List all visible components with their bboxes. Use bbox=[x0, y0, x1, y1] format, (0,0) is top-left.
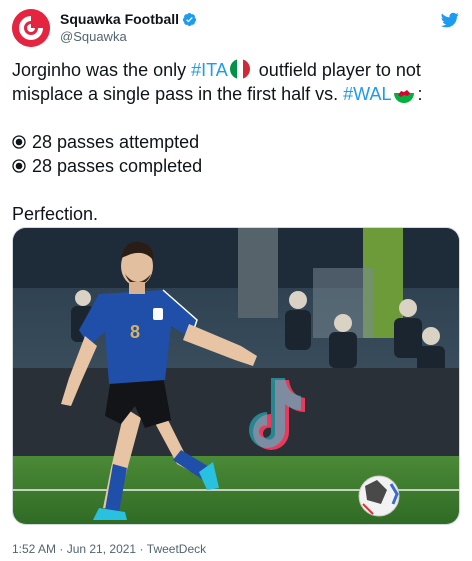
hashtag-ita[interactable]: #ITA bbox=[191, 60, 228, 80]
author-display-name[interactable]: Squawka Football bbox=[60, 10, 179, 28]
tweet-line-1: Jorginho was the only #ITA outfield play… bbox=[12, 58, 462, 82]
shirt-number: 8 bbox=[130, 322, 140, 342]
stat-line-1: 28 passes attempted bbox=[12, 130, 462, 154]
tweet-card[interactable]: Squawka Football @Squawka Jorginho was t… bbox=[0, 0, 472, 561]
text-segment: Jorginho was the only bbox=[12, 60, 192, 80]
tweet-source[interactable]: TweetDeck bbox=[147, 542, 206, 556]
author-names: Squawka Football @Squawka bbox=[60, 10, 197, 46]
twitter-bird-icon[interactable] bbox=[440, 11, 460, 29]
stat-text: 28 passes attempted bbox=[32, 132, 200, 152]
hashtag-wal[interactable]: #WAL bbox=[343, 84, 391, 104]
stat-line-2: 28 passes completed bbox=[12, 154, 462, 178]
italy-flag-icon bbox=[229, 59, 250, 79]
text-segment: outfield player to not bbox=[253, 60, 421, 80]
squawka-logo-icon bbox=[12, 9, 50, 47]
tweet-text: Jorginho was the only #ITA outfield play… bbox=[12, 58, 462, 226]
football-icon bbox=[358, 475, 400, 517]
tweet-line-2: misplace a single pass in the first half… bbox=[12, 82, 462, 106]
radio-button-icon bbox=[12, 135, 26, 149]
text-segment: misplace a single pass in the first half… bbox=[12, 84, 344, 104]
tweet-date[interactable]: Jun 21, 2021 bbox=[67, 542, 136, 556]
author-handle[interactable]: @Squawka bbox=[60, 28, 197, 46]
tweet-time[interactable]: 1:52 AM bbox=[12, 542, 56, 556]
wales-flag-icon bbox=[393, 83, 414, 103]
football-photo-illustration: 8 bbox=[13, 228, 459, 524]
tweet-header: Squawka Football @Squawka bbox=[12, 9, 460, 47]
closing-line: Perfection. bbox=[12, 204, 99, 224]
stat-text: 28 passes completed bbox=[32, 156, 203, 176]
text-segment: : bbox=[417, 84, 423, 104]
avatar[interactable] bbox=[12, 9, 50, 47]
tweet-meta: 1:52 AM · Jun 21, 2021 · TweetDeck bbox=[12, 541, 206, 556]
radio-button-icon bbox=[12, 159, 26, 173]
tweet-photo[interactable]: 8 bbox=[12, 227, 460, 525]
meta-separator: · bbox=[56, 541, 67, 556]
meta-separator: · bbox=[136, 541, 147, 556]
verified-badge-icon bbox=[182, 12, 197, 26]
